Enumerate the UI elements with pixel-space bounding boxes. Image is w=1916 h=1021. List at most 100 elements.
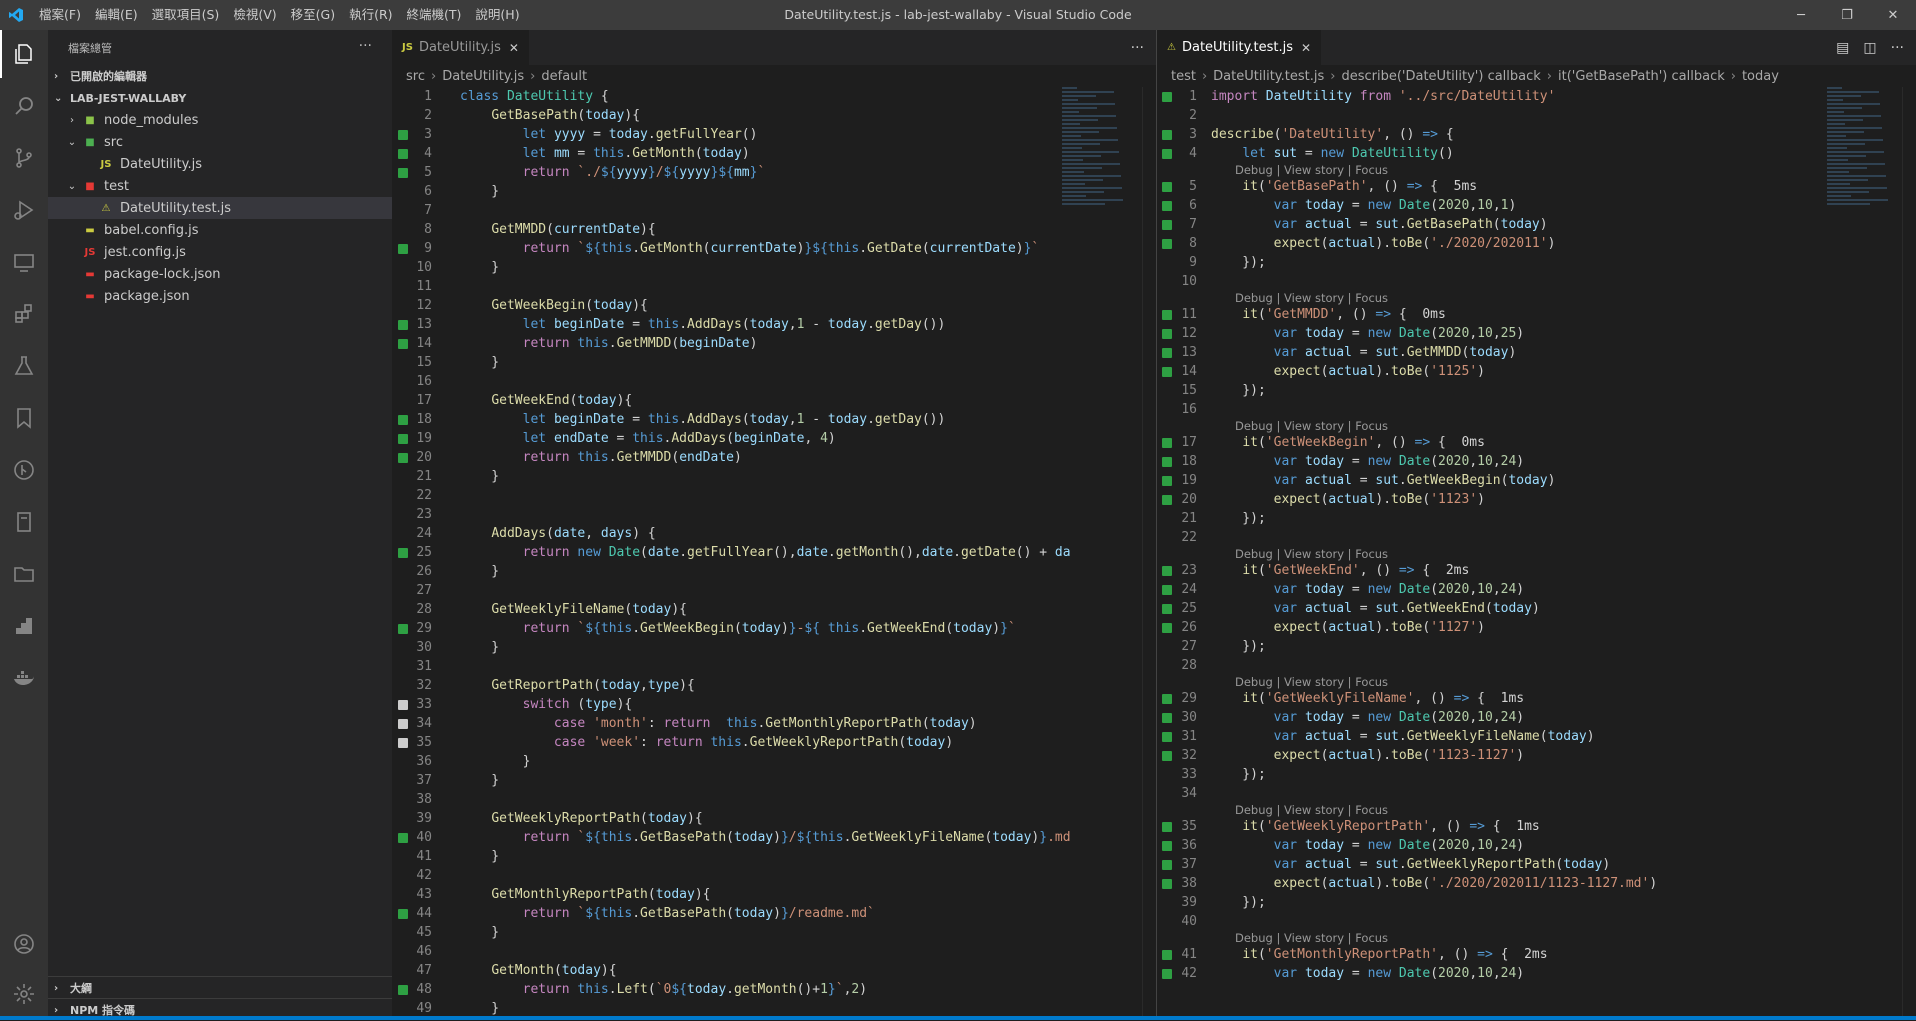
code-text: GetReportPath(today,type){ — [491, 678, 695, 693]
code-editor-right[interactable]: 1 import DateUtility from '../src/DateUti… — [1157, 87, 1916, 983]
codelens-actions[interactable]: Debug | View story | Focus — [1157, 803, 1916, 817]
code-text: let yyyy = today.getFullYear() — [522, 127, 758, 142]
line-number: 35 — [1181, 819, 1197, 834]
more-actions-icon[interactable]: ··· — [1891, 40, 1904, 56]
breadcrumb-item[interactable]: today — [1742, 69, 1779, 84]
codelens-label[interactable]: Debug | View story | Focus — [1235, 931, 1388, 945]
codelens-label[interactable]: Debug | View story | Focus — [1235, 675, 1388, 689]
explorer-icon[interactable] — [0, 30, 48, 78]
codelens-label[interactable]: Debug | View story | Focus — [1235, 163, 1388, 177]
tab-dateutility-js[interactable]: JS DateUtility.js ✕ — [392, 30, 529, 65]
breadcrumb-item[interactable]: DateUtility.test.js — [1213, 69, 1324, 84]
restore-icon[interactable]: ❐ — [1824, 0, 1870, 30]
tree-item[interactable]: JS DateUtility.js — [48, 153, 392, 175]
codelens-actions[interactable]: Debug | View story | Focus — [1157, 291, 1916, 305]
split-editor-icon[interactable]: ◫ — [1863, 40, 1876, 56]
menu-item[interactable]: 執行(R) — [342, 0, 399, 30]
tree-item-label: DateUtility.js — [120, 156, 202, 172]
code-text: var today = new Date(2020,10,24) — [1273, 710, 1525, 725]
code-text: it('GetMMDD', () => { 0ms — [1242, 307, 1446, 322]
tree-item[interactable]: ⌄ ■ test — [48, 175, 392, 197]
line-number: 26 — [1181, 620, 1197, 635]
more-actions-icon[interactable]: ··· — [359, 38, 372, 54]
tree-item[interactable]: ⚠ DateUtility.test.js — [48, 197, 392, 219]
run-debug-icon[interactable] — [0, 186, 48, 234]
search-icon[interactable] — [0, 82, 48, 130]
code-text: }); — [1211, 255, 1266, 270]
breadcrumb-item[interactable]: default — [541, 69, 587, 84]
extensions-icon[interactable] — [0, 290, 48, 338]
code-line: 9 }); — [1157, 253, 1916, 272]
codelens-label[interactable]: Debug | View story | Focus — [1235, 419, 1388, 433]
git-graph-icon[interactable] — [0, 446, 48, 494]
docker-icon[interactable] — [0, 654, 48, 702]
code-line: 26 } — [392, 562, 1156, 581]
line-number: 17 — [1181, 435, 1197, 450]
bookmark-icon[interactable] — [0, 394, 48, 442]
menu-item[interactable]: 移至(G) — [284, 0, 342, 30]
close-tab-icon[interactable]: ✕ — [1301, 41, 1311, 55]
tree-item[interactable]: ▬ package-lock.json — [48, 263, 392, 285]
breadcrumb-item[interactable]: describe('DateUtility') callback — [1341, 69, 1540, 84]
minimap-line — [1827, 179, 1868, 181]
testing-flask-icon[interactable] — [0, 342, 48, 390]
minimap[interactable] — [1827, 87, 1907, 237]
codelens-actions[interactable]: Debug | View story | Focus — [1157, 931, 1916, 945]
codelens-label[interactable]: Debug | View story | Focus — [1235, 547, 1388, 561]
tree-item-label: package.json — [104, 288, 190, 304]
line-number: 9 — [1189, 255, 1197, 270]
code-line: 37 var actual = sut.GetWeeklyReportPath(… — [1157, 855, 1916, 874]
stairs-icon[interactable] — [0, 602, 48, 650]
breadcrumb-item[interactable]: it('GetBasePath') callback — [1558, 69, 1725, 84]
minimize-icon[interactable]: ─ — [1778, 0, 1824, 30]
open-editors-section[interactable]: › 已開啟的編輯器 — [48, 65, 392, 87]
tab-dateutility-test-js[interactable]: ⚠ DateUtility.test.js ✕ — [1157, 30, 1322, 65]
codelens-actions[interactable]: Debug | View story | Focus — [1157, 675, 1916, 689]
minimap-line — [1827, 163, 1885, 165]
line-number: 8 — [424, 222, 432, 237]
menu-item[interactable]: 說明(H) — [468, 0, 526, 30]
line-number: 4 — [424, 146, 432, 161]
tree-item[interactable]: ▬ package.json — [48, 285, 392, 307]
codelens-actions[interactable]: Debug | View story | Focus — [1157, 419, 1916, 433]
codelens-label[interactable]: Debug | View story | Focus — [1235, 803, 1388, 817]
code-line: 28 GetWeeklyFileName(today){ — [392, 600, 1156, 619]
settings-gear-icon[interactable] — [0, 970, 48, 1018]
menu-item[interactable]: 編輯(E) — [88, 0, 145, 30]
codelens-label[interactable]: Debug | View story | Focus — [1235, 291, 1388, 305]
code-line: 14 return this.GetMMDD(beginDate) — [392, 334, 1156, 353]
chevron-right-icon: › — [1330, 68, 1336, 84]
breadcrumb-item[interactable]: test — [1171, 69, 1196, 84]
notebook-icon[interactable] — [0, 498, 48, 546]
remote-explorer-icon[interactable] — [0, 238, 48, 286]
source-control-icon[interactable] — [0, 134, 48, 182]
close-window-icon[interactable]: ✕ — [1870, 0, 1916, 30]
codelens-actions[interactable]: Debug | View story | Focus — [1157, 547, 1916, 561]
outline-section[interactable]: › 大綱 — [48, 976, 392, 999]
tree-item-label: jest.config.js — [104, 244, 186, 260]
tree-item[interactable]: › ■ node_modules — [48, 109, 392, 131]
tree-item[interactable]: ⌄ ■ src — [48, 131, 392, 153]
breadcrumb-item[interactable]: DateUtility.js — [442, 69, 524, 84]
line-number: 41 — [1181, 947, 1197, 962]
menu-item[interactable]: 檔案(F) — [32, 0, 88, 30]
left-tab-bar: JS DateUtility.js ✕ ··· — [392, 30, 1156, 65]
close-tab-icon[interactable]: ✕ — [509, 41, 519, 55]
menu-item[interactable]: 選取項目(S) — [145, 0, 227, 30]
account-icon[interactable] — [0, 920, 48, 968]
breadcrumb-item[interactable]: src — [406, 69, 425, 84]
tree-item[interactable]: ▬ babel.config.js — [48, 219, 392, 241]
codelens-actions[interactable]: Debug | View story | Focus — [1157, 163, 1916, 177]
tree-item[interactable]: JS jest.config.js — [48, 241, 392, 263]
code-editor-left[interactable]: 1 class DateUtility {2 GetBasePath(today)… — [392, 87, 1156, 1018]
menu-item[interactable]: 檢視(V) — [226, 0, 283, 30]
folder-icon[interactable] — [0, 550, 48, 598]
menu-item[interactable]: 終端機(T) — [400, 0, 469, 30]
minimap[interactable] — [1062, 87, 1142, 237]
chevron-down-icon: ⌄ — [67, 136, 77, 148]
more-actions-icon[interactable]: ··· — [1131, 40, 1144, 56]
vertical-scrollbar[interactable] — [1902, 87, 1916, 1020]
open-changes-icon[interactable]: ▤ — [1836, 40, 1849, 56]
vertical-scrollbar[interactable] — [1142, 87, 1156, 1020]
project-section[interactable]: ⌄ LAB-JEST-WALLABY — [48, 87, 392, 109]
